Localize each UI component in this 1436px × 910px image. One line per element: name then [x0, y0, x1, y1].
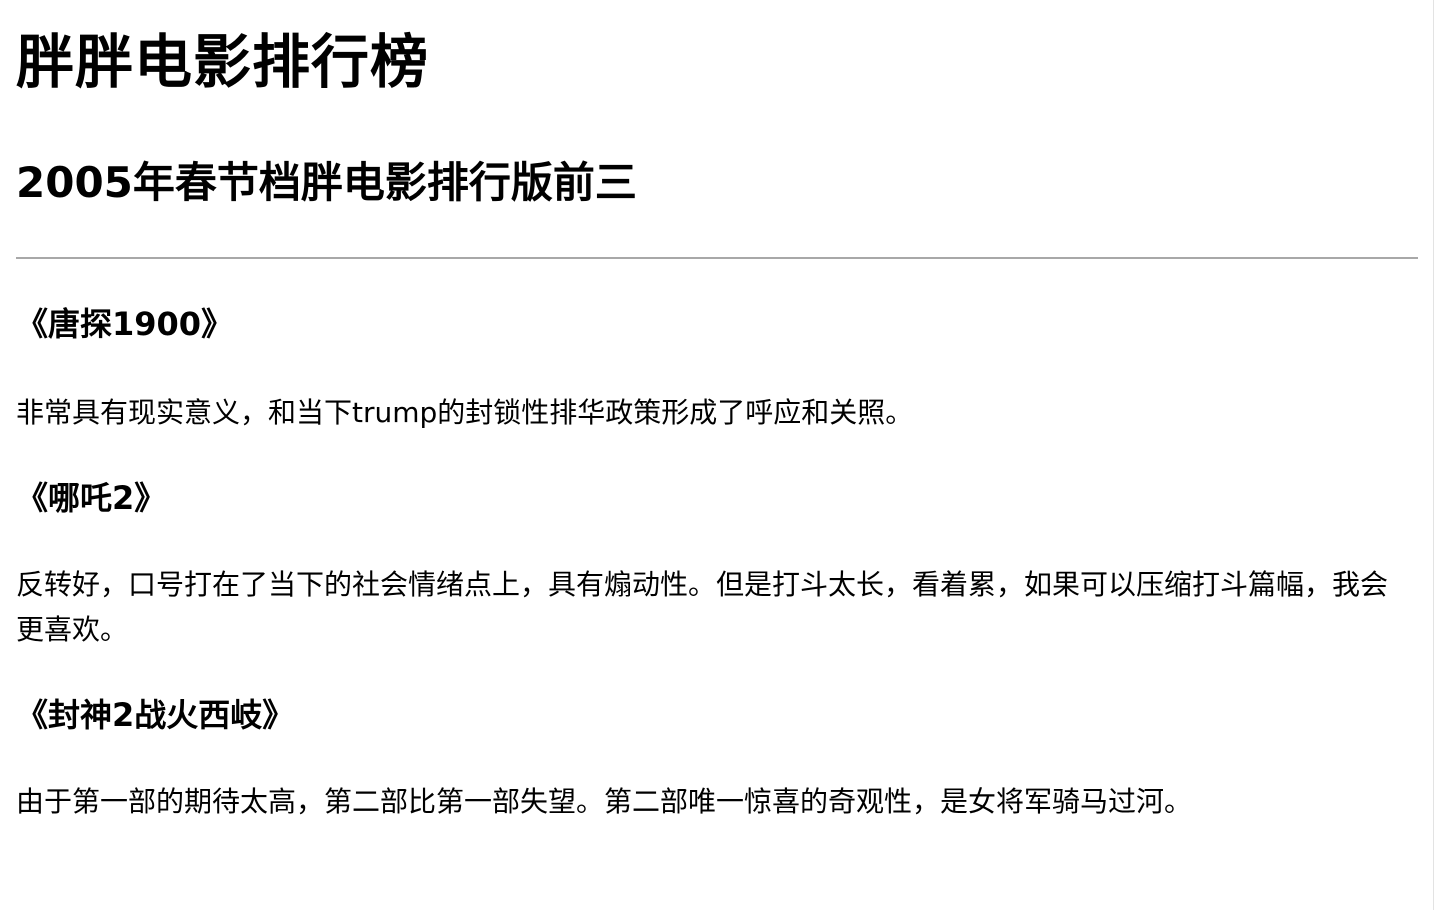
window-right-edge [1432, 0, 1436, 910]
movie-review-nezha: 反转好，口号打在了当下的社会情绪点上，具有煽动性。但是打斗太长，看着累，如果可以… [16, 568, 1389, 646]
page-title: 胖胖电影排行榜 [16, 28, 430, 96]
movie-title-nezha: 《哪吒2》 [16, 479, 167, 517]
window-edge-line [1433, 0, 1434, 910]
divider [16, 257, 1418, 259]
page-subtitle: 2005年春节档胖电影排行版前三 [16, 158, 637, 207]
movie-review-fengshen: 由于第一部的期待太高，第二部比第一部失望。第二部唯一惊喜的奇观性，是女将军骑马过… [16, 785, 1193, 818]
movie-title-tangtan: 《唐探1900》 [16, 305, 234, 343]
movie-title-fengshen: 《封神2战火西岐》 [16, 696, 295, 734]
movie-review-tangtan: 非常具有现实意义，和当下trump的封锁性排华政策形成了呼应和关照。 [16, 396, 914, 429]
